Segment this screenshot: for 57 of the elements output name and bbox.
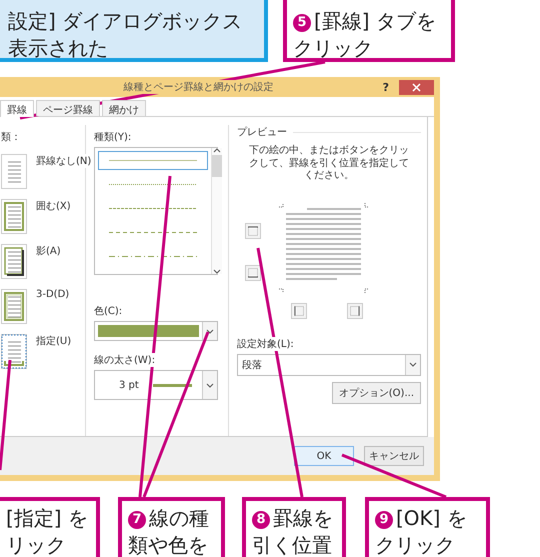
callout-text: 引く位置 (252, 533, 332, 557)
scroll-down-icon (213, 269, 221, 274)
preview-label: プレビュー (237, 125, 287, 139)
border-position-button[interactable] (291, 302, 307, 318)
line-style-icon (109, 207, 197, 210)
tab[interactable]: 網かけ (102, 100, 146, 116)
callout-text: [指定] を (6, 506, 88, 530)
scroll-up-icon (213, 148, 221, 153)
callout-text: リック (6, 533, 66, 557)
width-value: 3 pt (119, 380, 139, 390)
setting-option[interactable]: 3-D(D) (36, 289, 70, 300)
width-sample-icon (152, 384, 192, 386)
callout-text: 設定] ダイアログボックス (8, 9, 242, 33)
tab[interactable]: ページ罫線 (36, 100, 100, 116)
step-badge: 8 (252, 510, 270, 529)
callout-text: クリック (293, 36, 373, 60)
callout-text: 類や色を (128, 533, 208, 557)
style-label: 種類(Y): (94, 130, 132, 144)
setting-option[interactable]: 影(A) (36, 244, 61, 258)
width-dropdown[interactable]: 3 pt (94, 370, 218, 400)
color-dropdown[interactable] (94, 321, 218, 341)
border-position-button[interactable] (245, 222, 261, 238)
help-button[interactable]: ? (382, 80, 389, 94)
line-style-icon (109, 183, 197, 186)
dialog-button[interactable]: OK (294, 446, 354, 466)
scrollbar-thumb[interactable] (212, 155, 222, 177)
step-badge: 5 (293, 14, 311, 32)
callout-text: 罫線を (273, 506, 333, 530)
preview-hint: 下の絵の中、またはボタンをクリックして、罫線を引く位置を指定してください。 (248, 145, 410, 182)
callout-text: 表示された (8, 36, 108, 60)
close-button[interactable] (398, 80, 434, 94)
border-position-button[interactable] (245, 264, 261, 280)
close-icon (412, 82, 421, 92)
setting-option[interactable]: 罫線なし(N) (36, 154, 92, 168)
border-setting-icon[interactable] (1, 334, 27, 369)
options-button[interactable]: オプション(O)... (332, 382, 421, 404)
callout-text: 線の種 (149, 506, 209, 530)
width-label: 線の太さ(W): (94, 353, 156, 367)
scrollbar[interactable] (211, 148, 222, 274)
setting-option[interactable]: 指定(U) (36, 334, 72, 348)
line-style-icon (109, 255, 197, 258)
callout-text: [OK] を (396, 506, 467, 530)
apply-to-label: 設定対象(L): (237, 336, 294, 350)
color-label: 色(C): (94, 304, 122, 318)
setting-option[interactable]: 囲む(X) (36, 199, 71, 213)
callout-text: [罫線] タブを (314, 9, 436, 33)
tab[interactable]: 罫線 (0, 100, 34, 117)
callout-text: クリック (375, 533, 455, 557)
dialog-button[interactable]: キャンセル (364, 446, 424, 466)
step-badge: 7 (128, 510, 146, 529)
line-style-icon (109, 231, 197, 234)
line-style-icon (109, 159, 197, 162)
border-position-button[interactable] (347, 302, 363, 318)
apply-to-dropdown[interactable]: 段落 (237, 354, 421, 376)
line-style-item[interactable] (98, 151, 208, 170)
step-badge: 9 (375, 510, 393, 529)
border-setting-icon[interactable] (1, 244, 27, 279)
